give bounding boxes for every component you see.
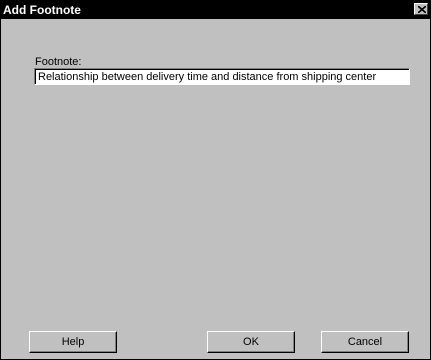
add-footnote-dialog: Add Footnote Footnote: Help OK Cancel bbox=[0, 0, 431, 360]
close-icon bbox=[418, 6, 426, 13]
title-bar[interactable]: Add Footnote bbox=[1, 1, 430, 19]
ok-button[interactable]: OK bbox=[207, 331, 295, 353]
help-button[interactable]: Help bbox=[29, 331, 117, 353]
cancel-button[interactable]: Cancel bbox=[321, 331, 409, 353]
footnote-input[interactable] bbox=[34, 68, 410, 85]
window-title: Add Footnote bbox=[3, 3, 81, 17]
close-button[interactable] bbox=[414, 3, 428, 15]
